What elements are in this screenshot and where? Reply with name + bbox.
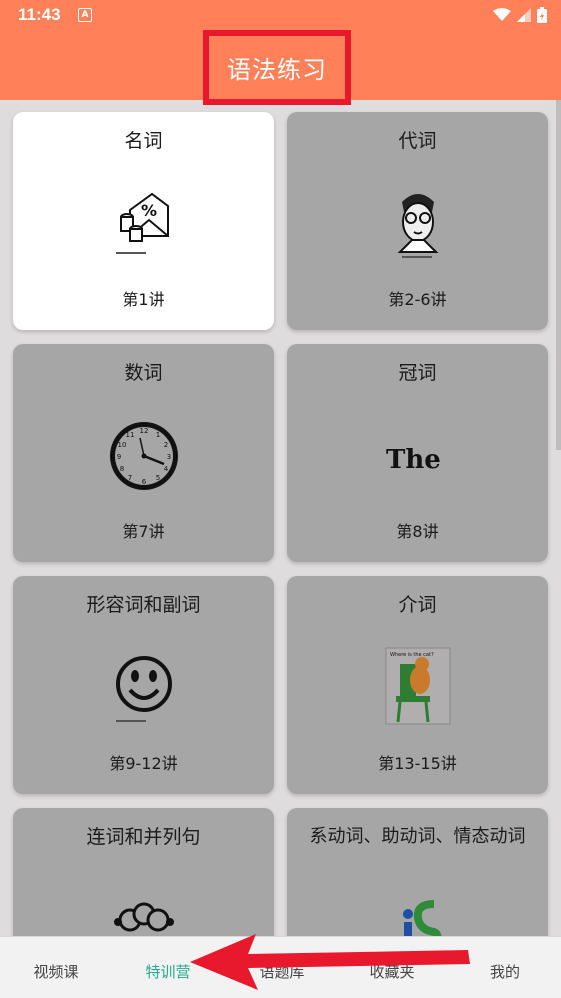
page-title: 语法练习 xyxy=(227,56,327,84)
the-word-icon: The xyxy=(386,445,441,475)
card-title: 连词和并列句 xyxy=(86,826,201,848)
nav-video-lessons[interactable]: 视频课 xyxy=(16,961,96,982)
card-title: 介词 xyxy=(398,594,437,616)
app-bar: 语法练习 xyxy=(0,30,561,105)
card-title: 名词 xyxy=(124,130,163,152)
svg-text:5: 5 xyxy=(156,474,160,482)
cat-on-chair-icon: Where is the cat? xyxy=(385,647,451,725)
status-time: 11:43 xyxy=(18,5,61,24)
card-linking-auxiliary-modal-verbs[interactable]: 系动词、助动词、情态动词 xyxy=(287,808,548,936)
card-title: 数词 xyxy=(124,362,163,384)
card-lessons: 第13-15讲 xyxy=(378,754,457,773)
envelope-percent-coins-icon: % xyxy=(116,192,169,254)
clock-icon: 12 12 3 45 6 78 9 10 11 xyxy=(110,422,178,490)
wifi-icon xyxy=(493,8,511,21)
card-lessons: 第2-6讲 xyxy=(388,290,447,309)
svg-text:1: 1 xyxy=(156,431,160,439)
status-bar: 11:43 A xyxy=(0,0,561,30)
scrollbar[interactable] xyxy=(556,100,561,450)
card-title: 系动词、助动词、情态动词 xyxy=(309,826,526,847)
svg-text:3: 3 xyxy=(167,453,171,461)
card-title: 形容词和副词 xyxy=(86,594,201,616)
svg-text:11: 11 xyxy=(126,431,135,439)
signal-icon xyxy=(517,8,531,22)
svg-text:12: 12 xyxy=(140,427,149,435)
linked-people-icon xyxy=(114,902,174,932)
svg-text:6: 6 xyxy=(142,478,147,486)
glasses-man-icon xyxy=(397,194,439,258)
card-adjective-adverb[interactable]: 形容词和副词 第9-12讲 xyxy=(13,576,274,794)
cat-caption: Where is the cat? xyxy=(390,652,434,658)
svg-text:4: 4 xyxy=(164,465,169,473)
the-text: The xyxy=(386,445,441,475)
system-icons xyxy=(493,7,547,23)
svg-text:10: 10 xyxy=(118,441,127,449)
card-preposition[interactable]: 介词 Where is the cat? 第13-15讲 xyxy=(287,576,548,794)
card-lessons: 第8讲 xyxy=(396,522,439,541)
svg-text:9: 9 xyxy=(117,453,121,461)
annotation-arrow-icon xyxy=(190,934,470,990)
notification-icon: A xyxy=(78,8,92,22)
card-lessons: 第9-12讲 xyxy=(109,754,178,773)
card-lessons: 第7讲 xyxy=(122,522,165,541)
card-numeral[interactable]: 数词 12 1 2 3 45 6 78 9 10 11 第7讲 xyxy=(13,344,274,562)
svg-text:8: 8 xyxy=(120,465,124,473)
card-title: 代词 xyxy=(398,130,437,152)
svg-text:2: 2 xyxy=(164,441,168,449)
svg-text:7: 7 xyxy=(128,474,132,482)
battery-icon xyxy=(537,7,547,23)
smiley-face-icon xyxy=(116,656,172,722)
card-grid[interactable]: 名词 % 第1讲 代词 第2-6讲 数词 12 1 2 3 4 5 6 7 8 … xyxy=(0,100,561,936)
card-article[interactable]: 冠词 The 第8讲 xyxy=(287,344,548,562)
card-title: 冠词 xyxy=(398,362,437,384)
svg-text:%: % xyxy=(141,201,157,220)
card-lessons: 第1讲 xyxy=(122,290,165,309)
card-pronoun[interactable]: 代词 第2-6讲 xyxy=(287,112,548,330)
card-conjunction[interactable]: 连词和并列句 xyxy=(13,808,274,936)
title-highlight-box: 语法练习 xyxy=(203,30,351,105)
card-noun[interactable]: 名词 % 第1讲 xyxy=(13,112,274,330)
